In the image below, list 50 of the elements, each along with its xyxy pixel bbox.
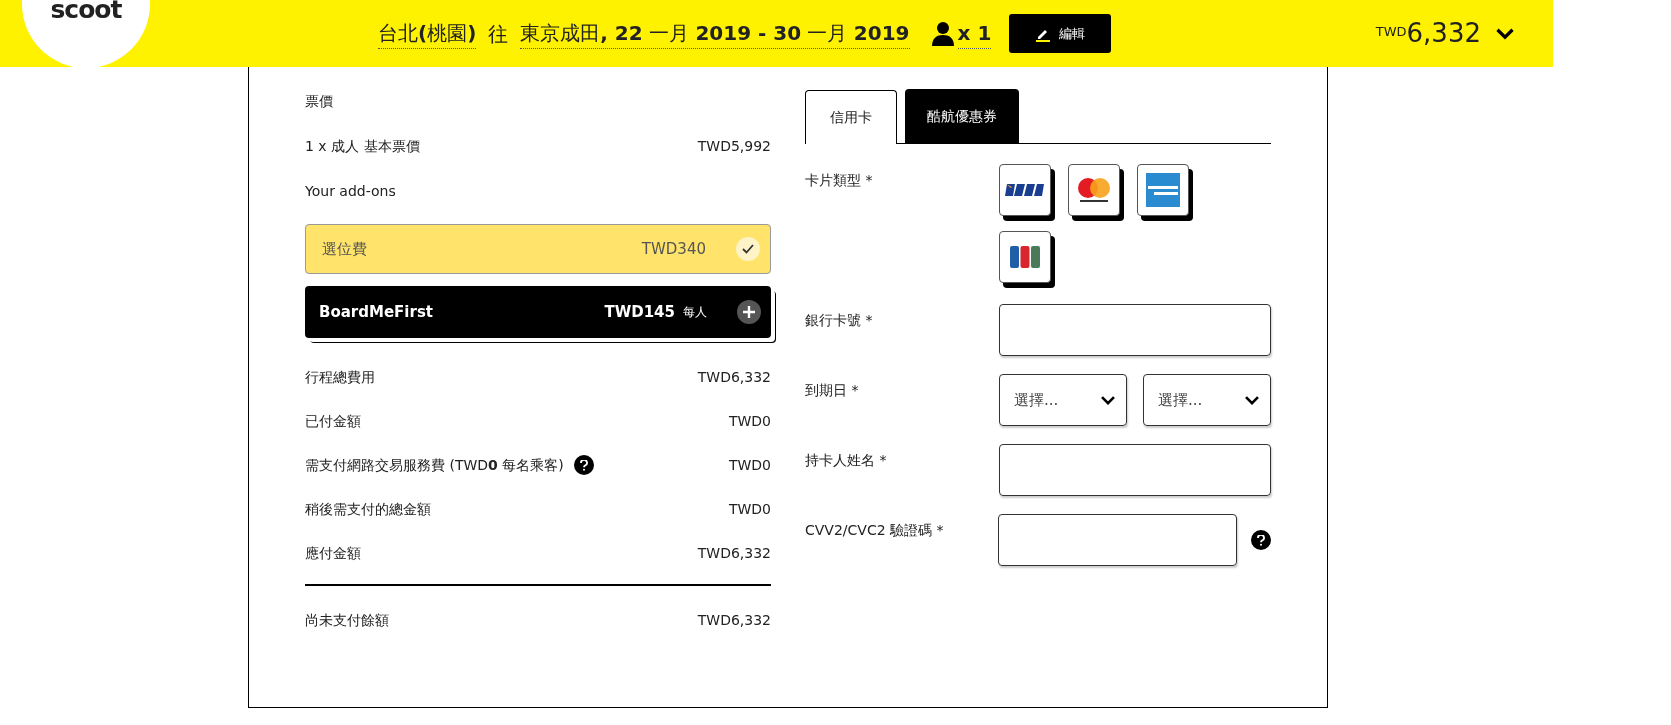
total-price[interactable]: $^{TWD}$6,332	[1375, 14, 1481, 53]
summary-label: 應付金額	[305, 543, 361, 563]
balance-label: 尚未支付餘額	[305, 611, 389, 630]
person-icon	[931, 21, 954, 46]
fare-line-amount: TWD5,992	[697, 137, 771, 156]
help-icon[interactable]	[573, 455, 594, 475]
field-label: CVV2/CVC2 驗證碼 *	[805, 521, 945, 540]
fare-line-label: 1 x 成人 基本票價	[305, 137, 420, 156]
summary-amount: TWD0	[728, 455, 771, 475]
addon-name: 選位費	[322, 238, 367, 260]
card-type-label: 卡片類型 *	[805, 171, 874, 190]
addon-unit: 每人	[683, 304, 707, 321]
summary-amount: TWD0	[728, 499, 771, 519]
jcb-logo-icon	[1010, 246, 1040, 268]
route-connector: 往	[488, 20, 509, 48]
payment-tab[interactable]: 酷航優惠券	[905, 89, 1019, 143]
fare-heading: 票價	[305, 92, 334, 111]
summary-label: 稍後需支付的總金額	[305, 499, 431, 519]
text-input-field[interactable]	[998, 514, 1237, 566]
summary-label: 行程總費用	[305, 367, 375, 387]
expiry-select[interactable]: 選擇...	[1143, 374, 1271, 426]
summary-label: 已付金額	[305, 411, 361, 431]
passenger-count[interactable]: x 1	[957, 18, 992, 49]
summary-amount: TWD0	[728, 411, 771, 431]
addon-price: TWD340	[641, 238, 706, 260]
destination-dates-link[interactable]: 東京成田, 22 一月 2019 - 30 一月 2019	[520, 18, 910, 49]
addon-card[interactable]: 選位費 TWD340	[305, 224, 771, 274]
field-label: 銀行卡號 *	[805, 311, 874, 330]
chevron-down-icon	[1495, 27, 1515, 40]
chevron-down-icon	[1244, 394, 1260, 406]
plus-icon[interactable]	[737, 300, 761, 324]
balance-amount: TWD6,332	[697, 611, 771, 630]
text-input-field[interactable]	[999, 304, 1271, 356]
origin-link[interactable]: 台北(桃園)	[378, 18, 477, 49]
field-label: 到期日 *	[805, 381, 860, 400]
addons-heading: Your add-ons	[305, 182, 397, 201]
summary-amount: TWD6,332	[697, 543, 771, 563]
summary-amount: TWD6,332	[697, 367, 771, 387]
addon-name: BoardMeFirst	[319, 301, 433, 323]
expiry-select[interactable]: 選擇...	[999, 374, 1127, 426]
payment-tab[interactable]: 信用卡	[805, 90, 897, 144]
field-label: 持卡人姓名 *	[805, 451, 888, 470]
addon-price: TWD145	[604, 301, 675, 323]
summary-label: 需支付網路交易服務費 (TWD0 每名乘客)	[305, 455, 564, 475]
text-input-field[interactable]	[999, 444, 1271, 496]
help-icon[interactable]	[1251, 530, 1271, 550]
check-icon[interactable]	[736, 237, 760, 261]
chevron-down-icon	[1100, 394, 1116, 406]
edit-button[interactable]: 編輯	[1009, 14, 1112, 53]
logo[interactable]: scoot	[50, 0, 122, 28]
